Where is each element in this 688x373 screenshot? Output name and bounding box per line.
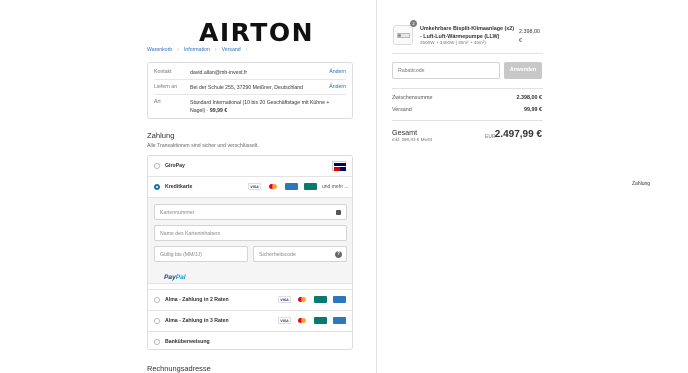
divider [392,88,543,89]
expiry-placeholder: Gültig bis (MM/JJ) [160,252,202,258]
alma-2-radio[interactable] [154,297,160,303]
cardholder-name-placeholder: Name des Karteninhabers [160,231,221,237]
chevron-right-icon: › [214,47,217,53]
alma-3-radio[interactable] [154,318,160,324]
payment-methods: GiroPay Kreditkarte VISA und mehr ... Ka… [147,155,353,350]
subtotal-label: Zwischensumme [392,95,433,101]
paypal-pay: Pay [164,274,176,281]
total-label: Gesamt [392,128,418,137]
visa-icon: VISA [248,183,261,190]
cb-icon [304,183,317,190]
lock-icon [336,210,341,215]
credit-card-label: Kreditkarte [165,184,193,190]
subtotal-value: 2.398,00 € [516,95,542,101]
visa-icon: VISA [278,296,291,303]
security-code-placeholder: Sicherheitscode [259,252,296,258]
contact-label: Kontakt [154,69,172,75]
divider [392,53,543,54]
method-label: Art [154,99,161,105]
amex-icon [333,296,346,303]
billing-address-heading: Rechnungsadresse [147,364,211,373]
tax-note: inkl. 398,83 € MwSt [392,137,433,142]
security-code-field[interactable]: Sicherheitscode ? [253,246,347,262]
breadcrumb-payment: Zahlung [632,181,651,187]
ship-to-label: Liefern an [154,84,178,90]
payment-heading: Zahlung [147,131,175,140]
option-paypal[interactable]: PayPal [148,269,352,289]
mastercard-icon [268,183,279,190]
bank-transfer-radio[interactable] [154,339,160,345]
column-divider [376,0,377,373]
amex-icon [333,317,346,324]
option-bank-transfer[interactable]: Banküberweisung [148,332,352,349]
giropay-logo-icon [332,161,346,171]
shipping-label: Versand [392,107,412,113]
payment-subtitle: Alle Transaktionen sind sicher und versc… [147,143,259,149]
discount-code-input[interactable]: Rabattcode [392,62,500,79]
cb-icon [314,296,327,303]
bank-transfer-label: Banküberweisung [165,339,210,345]
product-name: Umkehrbare Bisplit-Klimaanlage (x2) - Lu… [420,26,515,41]
method-value: Standard International (10 bis 20 Geschä… [190,99,335,116]
option-giropay[interactable]: GiroPay [148,156,352,176]
cb-icon [314,317,327,324]
ship-to-value: Bei der Schule 255, 37290 Meißner, Deuts… [190,85,304,91]
cardholder-name-field[interactable]: Name des Karteninhabers [154,225,347,241]
breadcrumb: Warenkorb › Information › Versand › Zahl… [147,47,650,187]
airton-logo[interactable]: AIRTON [199,18,314,47]
divider [154,94,346,95]
mastercard-icon [297,317,308,324]
apply-discount-button[interactable]: Anwenden [504,62,542,79]
change-address-link[interactable]: Ändern [329,84,346,90]
product-price: 2.398,00 € [519,29,540,44]
chevron-right-icon: › [245,47,248,53]
divider [154,79,346,80]
contact-value: david.allan@mh-invest.fr [190,70,248,76]
alma-2-label: Alma - Zahlung in 2 Raten [165,297,229,303]
giropay-label: GiroPay [165,163,185,169]
checkout-page: AIRTON Warenkorb › Information › Versand… [0,0,688,373]
help-icon[interactable]: ? [335,251,342,258]
divider [392,120,543,121]
product-thumbnail [393,25,413,45]
expiry-field[interactable]: Gültig bis (MM/JJ) [154,246,248,262]
total-value: 2.497,99 € [494,129,542,140]
shipping-value: 99,99 € [524,107,542,113]
option-alma-3[interactable]: Alma - Zahlung in 3 Raten VISA [148,311,352,331]
card-number-field[interactable]: Kartennummer [154,204,347,220]
card-number-placeholder: Kartennummer [160,210,195,216]
option-alma-2[interactable]: Alma - Zahlung in 2 Raten VISA [148,290,352,310]
product-variant: 2500W + 3400W | 30m² + 45m²) [420,40,486,45]
breadcrumb-shipping[interactable]: Versand [222,47,241,53]
breadcrumb-information[interactable]: Information [184,47,210,53]
quantity-badge: 2 [410,20,417,27]
breadcrumb-cart[interactable]: Warenkorb [147,47,172,53]
giropay-radio[interactable] [154,163,160,169]
visa-icon: VISA [278,317,291,324]
mastercard-icon [297,296,308,303]
fan-icon [398,34,401,37]
review-box: Kontakt david.allan@mh-invest.fr Ändern … [147,62,353,119]
paypal-logo-icon: PayPal [164,274,186,281]
credit-card-radio[interactable] [154,184,160,190]
change-contact-link[interactable]: Ändern [329,69,346,75]
amex-icon [285,183,298,190]
alma-3-label: Alma - Zahlung in 3 Raten [165,318,229,324]
method-price: 99,99 € [209,108,228,115]
chevron-right-icon: › [177,47,179,53]
option-credit-card[interactable]: Kreditkarte VISA und mehr ... [148,177,352,197]
discount-placeholder: Rabattcode [398,68,425,74]
paypal-pal: Pal [175,274,186,281]
more-cards-text: und mehr ... [322,184,349,190]
